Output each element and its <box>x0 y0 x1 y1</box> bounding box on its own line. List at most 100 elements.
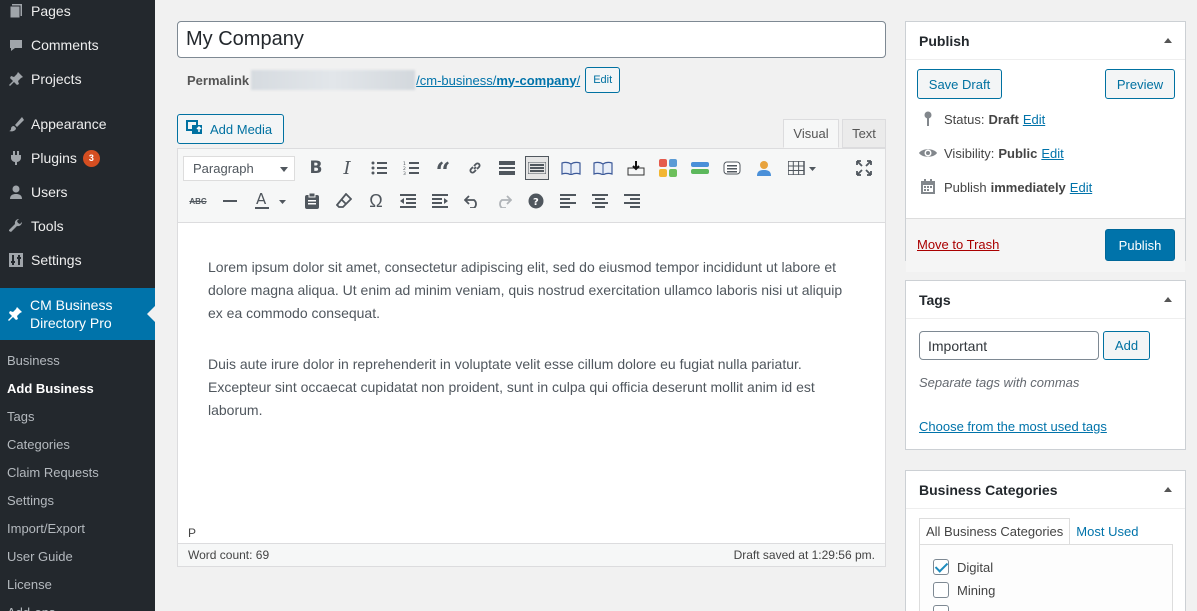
add-tag-button[interactable]: Add <box>1103 331 1150 360</box>
shortcode-icon[interactable] <box>720 156 744 180</box>
preview-button[interactable]: Preview <box>1105 69 1175 99</box>
publish-box-header[interactable]: Publish <box>906 22 1185 60</box>
tags-box-header[interactable]: Tags <box>906 281 1185 319</box>
help-icon[interactable]: ? <box>524 189 548 213</box>
post-title-input[interactable] <box>177 21 886 58</box>
user-insert-icon[interactable] <box>752 156 776 180</box>
word-count: Word count: 69 <box>188 548 270 562</box>
tab-text[interactable]: Text <box>842 119 886 148</box>
edit-visibility-link[interactable]: Edit <box>1041 146 1063 161</box>
menu-item-comments[interactable]: Comments <box>0 28 155 62</box>
submenu-item-categories[interactable]: Categories <box>0 431 155 459</box>
tab-most-used[interactable]: Most Used <box>1070 518 1144 545</box>
menu-item-appearance[interactable]: Appearance <box>0 107 155 141</box>
edit-schedule-link[interactable]: Edit <box>1070 180 1092 195</box>
align-center-icon[interactable] <box>588 189 612 213</box>
align-right-icon[interactable] <box>620 189 644 213</box>
menu-item-cm-business-directory[interactable]: CM Business Directory Pro <box>0 288 155 340</box>
category-item[interactable]: Mining <box>933 582 995 598</box>
undo-icon[interactable] <box>460 189 484 213</box>
menu-item-settings[interactable]: Settings <box>0 243 155 277</box>
add-media-button[interactable]: Add Media <box>177 114 284 144</box>
current-menu-arrow <box>147 306 155 322</box>
move-to-trash-link[interactable]: Move to Trash <box>917 237 999 252</box>
button-insert-icon[interactable] <box>688 156 712 180</box>
redo-icon[interactable] <box>492 189 516 213</box>
book-icon[interactable] <box>559 156 583 180</box>
editor-content[interactable]: Lorem ipsum dolor sit amet, consectetur … <box>208 256 848 450</box>
submenu-item-add-ons[interactable]: Add-ons <box>0 599 155 611</box>
toolbar-row-2: ABC A Ω ? <box>178 187 885 221</box>
most-used-tags-link[interactable]: Choose from the most used tags <box>919 419 1107 434</box>
submenu-item-tags[interactable]: Tags <box>0 403 155 431</box>
collapse-arrow-icon[interactable] <box>1164 297 1172 302</box>
grid-blocks-icon[interactable] <box>656 156 680 180</box>
permalink-link[interactable]: /cm-business/my-company/ <box>416 73 580 88</box>
menu-item-pages[interactable]: Pages <box>0 0 155 28</box>
table-icon[interactable] <box>785 156 821 180</box>
outdent-icon[interactable] <box>396 189 420 213</box>
blockquote-icon[interactable]: “ <box>431 156 455 188</box>
clear-formatting-icon[interactable] <box>332 189 356 213</box>
brush-icon <box>0 116 30 132</box>
paste-text-icon[interactable] <box>300 189 324 213</box>
tab-all-categories[interactable]: All Business Categories <box>919 518 1071 545</box>
category-item[interactable] <box>933 605 957 611</box>
link-icon[interactable] <box>463 156 487 180</box>
toolbar-toggle-icon[interactable] <box>525 156 549 180</box>
tab-visual[interactable]: Visual <box>783 119 839 148</box>
align-left-icon[interactable] <box>556 189 580 213</box>
category-tabs: All Business Categories Most Used <box>919 518 1144 545</box>
indent-icon[interactable] <box>428 189 452 213</box>
menu-label: Users <box>31 184 68 200</box>
submenu-item-settings[interactable]: Settings <box>0 487 155 515</box>
category-item[interactable]: Digital <box>933 559 993 575</box>
submenu-item-claim-requests[interactable]: Claim Requests <box>0 459 155 487</box>
submenu-item-add-business[interactable]: Add Business <box>0 375 155 403</box>
eye-icon <box>916 146 940 160</box>
save-draft-button[interactable]: Save Draft <box>917 69 1002 99</box>
admin-sidebar: Pages Comments Projects Appearance Plugi… <box>0 0 155 611</box>
edit-slug-button[interactable]: Edit <box>585 67 621 93</box>
category-checklist: Digital Mining <box>919 544 1173 611</box>
submenu-item-user-guide[interactable]: User Guide <box>0 543 155 571</box>
submenu-item-import-export[interactable]: Import/Export <box>0 515 155 543</box>
update-count-badge: 3 <box>82 149 100 167</box>
checkbox-checked[interactable] <box>933 559 949 575</box>
collapse-arrow-icon[interactable] <box>1164 487 1172 492</box>
strikethrough-icon[interactable]: ABC <box>186 189 210 213</box>
svg-text:?: ? <box>533 197 539 208</box>
menu-item-projects[interactable]: Projects <box>0 62 155 96</box>
bold-icon[interactable]: B <box>304 156 328 180</box>
italic-icon[interactable]: I <box>335 156 359 180</box>
menu-label: Comments <box>31 37 99 53</box>
numbered-list-icon[interactable]: 123 <box>399 156 423 180</box>
read-more-icon[interactable] <box>495 156 519 180</box>
submenu-item-license[interactable]: License <box>0 571 155 599</box>
fullscreen-icon[interactable] <box>852 156 876 180</box>
menu-item-plugins[interactable]: Plugins 3 <box>0 141 155 175</box>
insert-content-icon[interactable] <box>624 156 648 180</box>
menu-label: Settings <box>31 252 82 268</box>
edit-status-link[interactable]: Edit <box>1023 112 1045 127</box>
new-tag-input[interactable] <box>919 331 1099 360</box>
collapse-arrow-icon[interactable] <box>1164 38 1172 43</box>
submenu-item-business[interactable]: Business <box>0 347 155 375</box>
publish-button[interactable]: Publish <box>1105 229 1175 261</box>
checkbox-unchecked[interactable] <box>933 605 949 611</box>
permalink-slug: my-company <box>496 72 577 88</box>
visibility-label: Visibility: <box>944 145 995 161</box>
content-paragraph: Lorem ipsum dolor sit amet, consectetur … <box>208 259 843 321</box>
menu-item-users[interactable]: Users <box>0 175 155 209</box>
book-icon[interactable] <box>591 156 615 180</box>
toolbar-row-1: Paragraph B I 123 “ <box>178 149 885 188</box>
text-color-icon[interactable]: A <box>250 189 290 213</box>
bullet-list-icon[interactable] <box>367 156 391 180</box>
categories-box-header[interactable]: Business Categories <box>906 471 1185 509</box>
format-select[interactable]: Paragraph <box>183 156 295 181</box>
special-character-icon[interactable]: Ω <box>364 189 388 213</box>
checkbox-unchecked[interactable] <box>933 582 949 598</box>
menu-item-tools[interactable]: Tools <box>0 209 155 243</box>
plugin-icon <box>0 150 30 166</box>
horizontal-line-icon[interactable] <box>218 189 242 213</box>
